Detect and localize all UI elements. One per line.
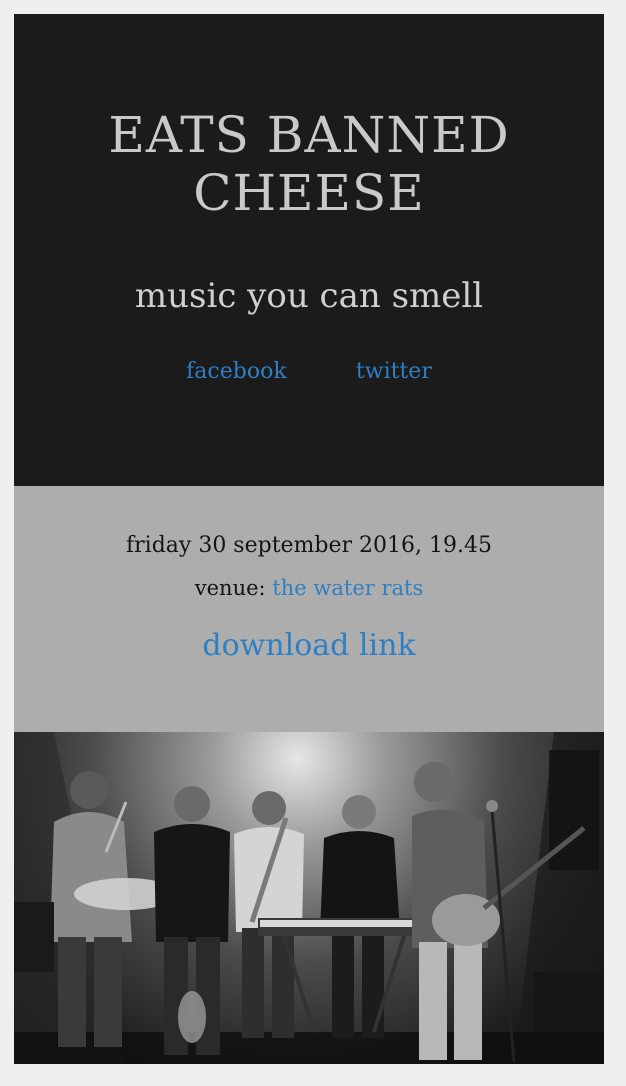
band-photo-illustration — [14, 732, 604, 1064]
band-name-line-2: CHEESE — [193, 164, 425, 222]
download-link[interactable]: download link — [14, 628, 604, 664]
hero-section: EATS BANNED CHEESE music you can smell f… — [14, 14, 604, 486]
venue-label: venue: — [194, 576, 266, 600]
band-photo — [14, 732, 604, 1064]
band-name-heading: EATS BANNED CHEESE — [14, 106, 604, 222]
gig-info-section: friday 30 september 2016, 19.45 venue: t… — [14, 486, 604, 732]
band-name-line-1: EATS BANNED — [108, 106, 510, 164]
gig-date: friday 30 september 2016, 19.45 — [126, 533, 492, 558]
twitter-link[interactable]: twitter — [356, 359, 432, 384]
tagline: music you can smell — [134, 276, 484, 316]
venue-link[interactable]: the water rats — [272, 576, 423, 600]
gig-venue: venue: the water rats — [14, 574, 604, 602]
page-frame: EATS BANNED CHEESE music you can smell f… — [14, 14, 604, 1064]
social-links: facebook twitter — [14, 358, 604, 386]
facebook-link[interactable]: facebook — [186, 359, 287, 384]
